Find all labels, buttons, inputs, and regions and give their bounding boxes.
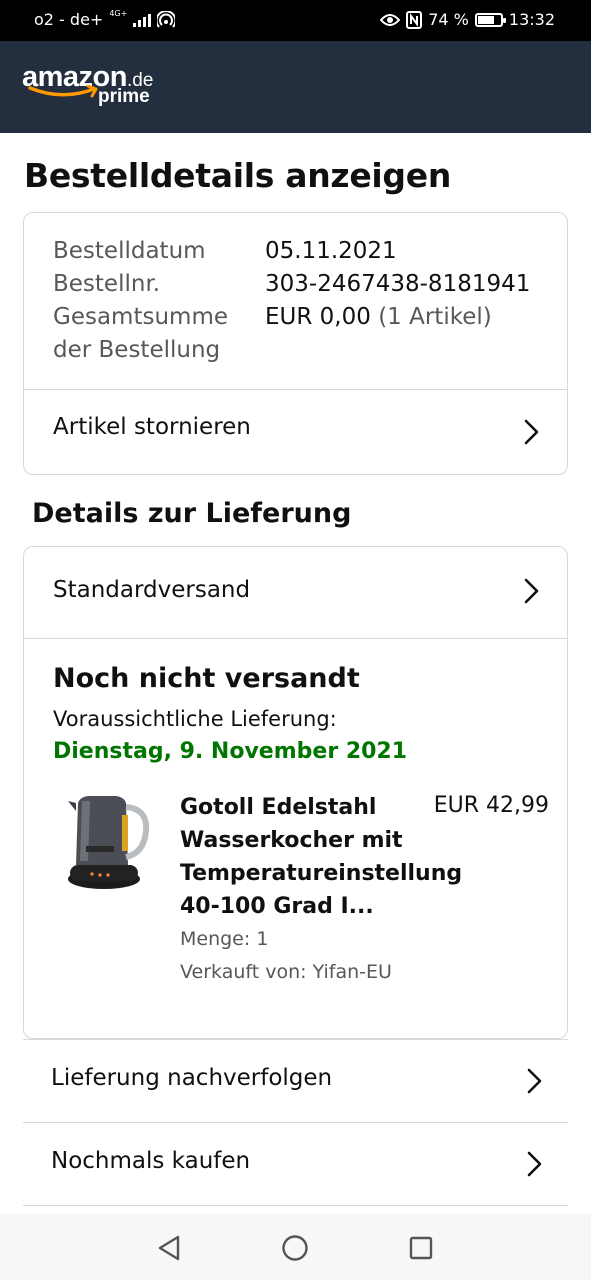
status-right: 74 % 13:32 [380,10,555,29]
clock: 13:32 [508,10,555,29]
shipment-status: Noch nicht versandt [53,663,360,694]
amazon-prime-logo[interactable]: amazon.de prime [22,61,153,107]
signal-icon [133,13,152,27]
shipping-method-link[interactable]: Standardversand [24,547,567,638]
carrier-label: o2 - de+ [34,10,104,29]
eye-icon [380,13,401,26]
order-summary-card: Bestelldatum 05.11.2021 Bestellnr. 303-2… [23,212,568,475]
kettle-image[interactable] [64,791,154,896]
order-total-amount: EUR 0,00 [265,304,371,330]
track-delivery-link[interactable]: Lieferung nachverfolgen [23,1039,568,1122]
shipping-method-label: Standardversand [53,577,251,603]
network-type: 4G+ [109,9,128,18]
order-total-value: EUR 0,00 (1 Artikel) [265,301,492,334]
cancel-items-link[interactable]: Artikel stornieren [24,390,567,475]
product-quantity: Menge: 1 [180,928,269,950]
product-title-link[interactable]: Gotoll Edelstahl Wasserkocher mit Temper… [180,791,470,923]
recents-icon[interactable] [408,1234,434,1262]
cancel-items-label: Artikel stornieren [53,414,251,440]
back-icon[interactable] [156,1234,182,1262]
chevron-right-icon [527,1068,542,1094]
app-header: amazon.de prime [0,41,591,133]
eta-label: Voraussichtliche Lieferung: [53,707,337,731]
order-date-value: 05.11.2021 [265,238,397,264]
status-left: o2 - de+ 4G+ [34,9,176,29]
product-seller: Verkauft von: Yifan-EU [180,961,392,983]
nfc-icon [406,10,423,29]
hotspot-icon [157,10,176,28]
buy-again-link[interactable]: Nochmals kaufen [23,1122,568,1205]
order-date-label: Bestelldatum [53,238,206,264]
buy-again-label: Nochmals kaufen [51,1148,251,1174]
list-row-partial [23,1205,568,1214]
delivery-section-title: Details zur Lieferung [32,498,352,529]
logo-prime: prime [98,86,150,107]
battery-percent: 74 % [428,10,469,29]
order-number-label: Bestellnr. [53,271,161,297]
product-price: EUR 42,99 [433,793,549,818]
chevron-right-icon [524,419,539,445]
smile-arrow-icon [28,85,98,98]
home-icon[interactable] [281,1234,309,1262]
status-bar: o2 - de+ 4G+ 74 % 13:32 [0,0,591,41]
order-total-label: Gesamtsumme der Bestellung [53,304,228,363]
eta-date: Dienstag, 9. November 2021 [53,739,408,764]
track-delivery-label: Lieferung nachverfolgen [51,1065,333,1091]
delivery-card: Standardversand Noch nicht versandt Vora… [23,546,568,1039]
page-title: Bestelldetails anzeigen [24,156,452,195]
order-number-value: 303-2467438-8181941 [265,271,531,297]
battery-icon [474,12,506,27]
system-nav-bar [0,1214,591,1280]
battery-fill [477,15,494,24]
divider [24,638,567,639]
chevron-right-icon [527,1151,542,1177]
chevron-right-icon [524,578,539,604]
order-item-count: (1 Artikel) [378,304,492,330]
